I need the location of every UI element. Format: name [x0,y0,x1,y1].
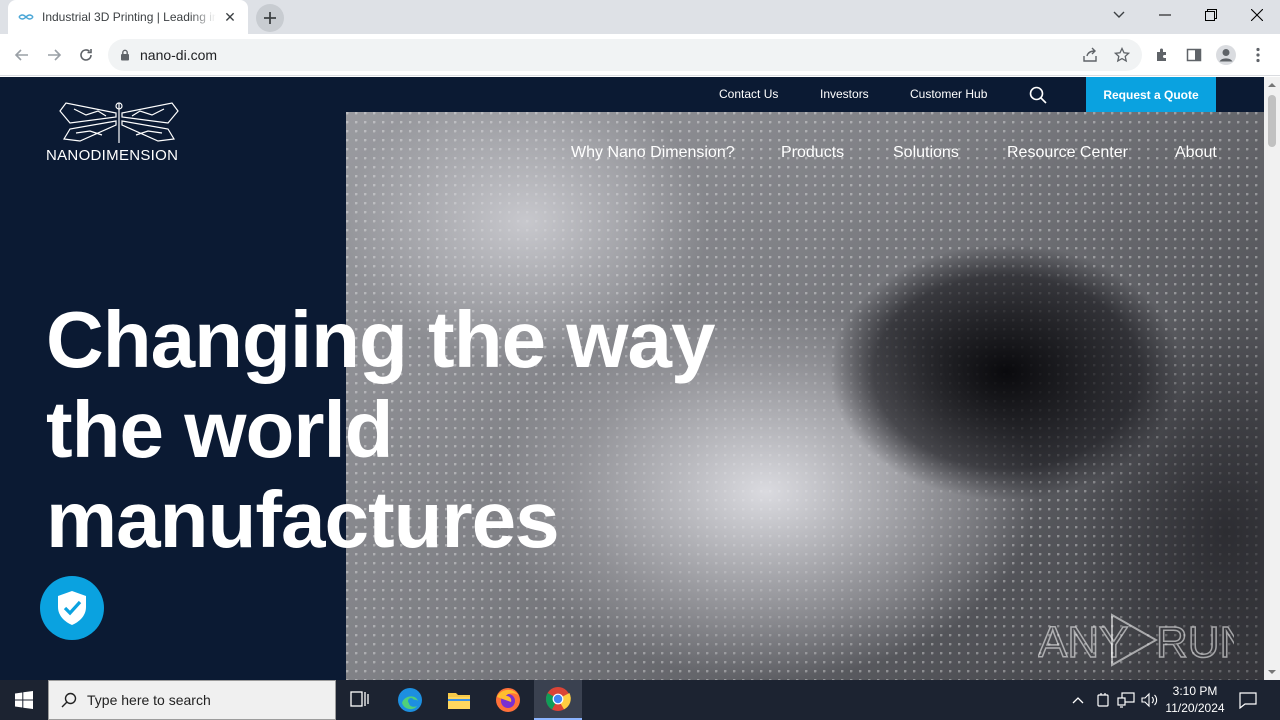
side-panel-icon[interactable] [1180,41,1208,69]
windows-taskbar: Type here to search 3:10 PM 11/20/2024 [0,680,1280,720]
profile-avatar-icon[interactable] [1212,41,1240,69]
clock-date: 11/20/2024 [1165,701,1225,715]
mainnav-about[interactable]: About [1175,144,1217,162]
page-scrollbar[interactable] [1264,77,1280,680]
chrome-menu-icon[interactable] [1244,41,1272,69]
plus-icon [264,12,276,24]
topnav-contact-us[interactable]: Contact Us [719,87,778,101]
request-quote-button[interactable]: Request a Quote [1086,77,1216,112]
logo-wordmark-dimension: DIMENSION [90,147,179,164]
mainnav-resource-center[interactable]: Resource Center [1007,144,1128,162]
file-explorer-taskbar-icon[interactable] [435,680,483,720]
tab-title: Industrial 3D Printing | Leading in [42,10,216,24]
search-icon [61,692,77,708]
tab-close-icon[interactable]: ✕ [222,9,238,25]
web-page: NANODIMENSION Contact Us Investors Custo… [0,77,1264,680]
forward-arrow-icon [48,49,62,61]
nano-dimension-favicon [18,9,34,25]
logo-wordmark-nano: NANO [46,147,91,164]
start-button[interactable] [0,680,48,720]
extensions-puzzle-icon[interactable] [1148,41,1176,69]
chrome-taskbar-icon[interactable] [534,680,582,720]
new-tab-button[interactable] [256,4,284,32]
firefox-taskbar-icon[interactable] [484,680,532,720]
browser-toolbar: nano-di.com [0,34,1280,76]
scroll-up-arrow-icon [1268,83,1276,87]
task-view-icon [350,691,369,707]
forward-button[interactable] [40,41,68,69]
taskbar-search-placeholder: Type here to search [87,692,211,708]
hero-line: Changing the way [46,295,716,384]
topnav-investors[interactable]: Investors [820,87,869,101]
dragonfly-logo-icon [59,102,179,143]
reload-icon [80,49,92,61]
watermark-run-text: RUN [1156,618,1234,667]
minimize-button[interactable] [1142,0,1188,30]
notifications-icon[interactable] [1238,690,1258,710]
watermark-any-text: ANY [1038,618,1128,667]
tray-device-icon[interactable] [1093,690,1113,710]
network-icon[interactable] [1116,690,1136,710]
logo-wordmark: NANODIMENSION [46,147,192,164]
mainnav-solutions[interactable]: Solutions [893,144,959,162]
edge-taskbar-icon[interactable] [386,680,434,720]
reload-button[interactable] [72,41,100,69]
back-arrow-icon [14,49,28,61]
volume-icon[interactable] [1140,690,1160,710]
tray-expand-chevron-icon[interactable] [1068,690,1088,710]
taskbar-clock[interactable]: 3:10 PM 11/20/2024 [1160,683,1230,717]
anyrun-watermark: ANY RUN [1037,609,1252,671]
address-url: nano-di.com [140,47,218,63]
hero-line: the world [46,385,394,474]
bookmark-star-icon[interactable] [1108,41,1136,69]
tab-search-chevron-icon[interactable] [1096,0,1142,30]
taskbar-search-box[interactable]: Type here to search [48,680,336,720]
clock-time: 3:10 PM [1172,684,1218,698]
address-bar[interactable]: nano-di.com [108,39,1142,71]
hero-heading: Changing the way the world manufactures [46,295,806,565]
scroll-down-arrow-icon [1268,670,1276,674]
site-search-icon[interactable] [1028,85,1048,105]
mainnav-why-nano[interactable]: Why Nano Dimension? [571,144,735,162]
close-window-button[interactable] [1234,0,1280,30]
windows-logo-icon [15,691,33,709]
topnav-customer-hub[interactable]: Customer Hub [910,87,987,101]
lock-icon [121,49,129,61]
back-button[interactable] [8,41,36,69]
task-view-button[interactable] [336,680,384,720]
hero-line: manufactures [46,475,560,564]
share-icon[interactable] [1076,41,1104,69]
mainnav-products[interactable]: Products [781,144,844,162]
restore-button[interactable] [1188,0,1234,30]
shield-check-icon [58,591,86,625]
browser-tab-strip: Industrial 3D Printing | Leading in ✕ [0,0,1280,34]
browser-tab[interactable]: Industrial 3D Printing | Leading in ✕ [8,0,248,34]
privacy-shield-button[interactable] [40,576,104,640]
scroll-thumb[interactable] [1268,95,1276,147]
nano-dimension-logo[interactable]: NANODIMENSION [46,101,192,165]
